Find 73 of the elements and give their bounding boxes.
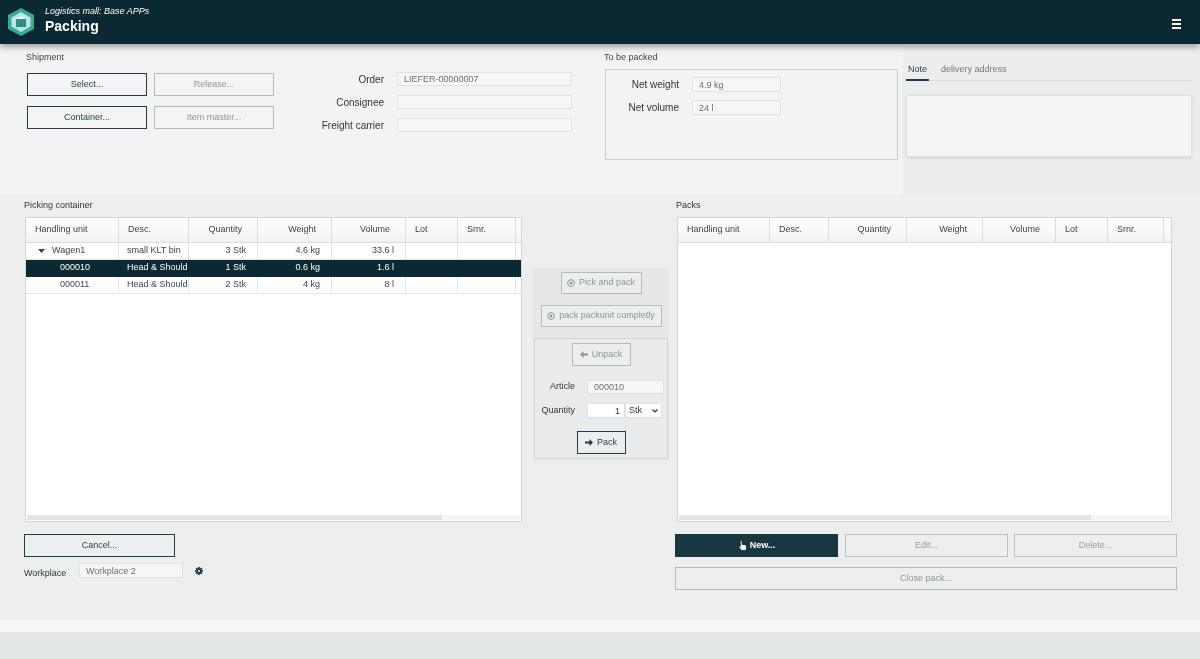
column-header[interactable]: Volume: [983, 218, 1056, 242]
table-cell: 1.6 l: [332, 260, 406, 276]
field-label: Workplace: [24, 567, 67, 578]
page-title: Packing: [45, 17, 100, 36]
table-cell: small KLT bin: [119, 243, 189, 259]
hexagon-logo-icon: [8, 8, 34, 36]
pack-button[interactable]: Pack: [576, 431, 626, 454]
article-field[interactable]: 000010: [587, 380, 664, 394]
note-field[interactable]: [906, 95, 1192, 157]
table-row[interactable]: 000010 Head & Should 1 Stk 0.6 kg 1.6 l: [26, 260, 521, 277]
table-cell: Head & Should: [119, 260, 189, 276]
right-arrow-icon: [585, 439, 593, 446]
net-weight-field[interactable]: 4.9 kg: [692, 77, 781, 92]
table-cell: 2 Stk: [189, 277, 258, 293]
field-label: Consignee: [336, 95, 384, 110]
table-cell: Head & Should: [119, 277, 189, 293]
order-field[interactable]: LIEFER-00000007: [397, 72, 572, 86]
new-button[interactable]: New...: [675, 534, 838, 557]
table-cell: 3 Stk: [189, 243, 258, 259]
table-cell: 0.6 kg: [258, 260, 332, 276]
table-row[interactable]: Wagen1 small KLT bin 3 Stk 4.6 kg 33.6 l: [26, 243, 521, 260]
column-header[interactable]: Desc.: [119, 218, 189, 242]
column-header[interactable]: Quantity: [829, 218, 907, 242]
app-subtitle: Logistics mall: Base APPs: [45, 5, 150, 17]
column-header[interactable]: Lot: [1056, 218, 1108, 242]
container-button[interactable]: Container...: [27, 106, 147, 129]
settings-icon[interactable]: [195, 566, 203, 575]
field-label: Quantity: [541, 403, 575, 417]
select-button[interactable]: Select...: [27, 73, 147, 96]
column-header[interactable]: Weight: [258, 218, 332, 242]
column-header[interactable]: Quantity: [189, 218, 258, 242]
circled-dot-icon: [547, 312, 556, 320]
table-cell: 33.6 l: [332, 243, 406, 259]
cancel-button[interactable]: Cancel...: [24, 534, 175, 557]
table-cell: 1 Stk: [189, 260, 258, 276]
column-header[interactable]: Handling unit: [678, 218, 770, 242]
workplace-field[interactable]: Workplace 2: [79, 563, 183, 578]
column-header[interactable]: Srnr.: [1108, 218, 1164, 242]
horizontal-scrollbar[interactable]: [679, 515, 1170, 520]
tab[interactable]: Note: [906, 61, 929, 81]
net-volume-field[interactable]: 24 l: [692, 100, 781, 115]
table-cell: 8 l: [332, 277, 406, 293]
menu-icon[interactable]: [1172, 19, 1181, 29]
table-row[interactable]: 000011 Head & Should 2 Stk 4 kg 8 l: [26, 277, 521, 294]
field-label: Net volume: [628, 101, 679, 115]
caret-down-icon[interactable]: [38, 249, 45, 253]
column-header[interactable]: Desc.: [770, 218, 829, 242]
tab[interactable]: delivery address: [939, 61, 1009, 81]
hand-cursor-icon: [737, 540, 747, 551]
section-label: Packs: [676, 199, 701, 212]
tree-item-label: Wagen1: [52, 244, 86, 258]
table-cell: 4.6 kg: [258, 243, 332, 259]
section-label: To be packed: [604, 51, 658, 63]
table-cell: 4 kg: [258, 277, 332, 293]
column-header[interactable]: Handling unit: [26, 218, 119, 242]
circled-dot-icon: [567, 279, 575, 287]
field-label: Article: [550, 380, 575, 394]
field-label: Freight carrier: [321, 118, 384, 133]
section-label: Picking container: [24, 199, 93, 212]
chevron-down-icon: [652, 408, 658, 413]
column-header[interactable]: Srnr.: [458, 218, 516, 242]
column-header[interactable]: Lot: [406, 218, 458, 242]
tree-item-label: 000010: [60, 261, 91, 275]
section-label: Shipment: [26, 51, 65, 63]
field-label: Order: [358, 72, 384, 87]
quantity-input[interactable]: 1: [587, 403, 625, 418]
unit-select[interactable]: Stk: [625, 403, 662, 418]
tree-item-label: 000011: [60, 278, 90, 292]
column-header[interactable]: Weight: [907, 218, 983, 242]
field-label: Net weight: [631, 78, 679, 92]
left-arrow-icon: [579, 351, 588, 358]
horizontal-scrollbar[interactable]: [27, 515, 520, 520]
column-header[interactable]: Volume: [332, 218, 406, 242]
